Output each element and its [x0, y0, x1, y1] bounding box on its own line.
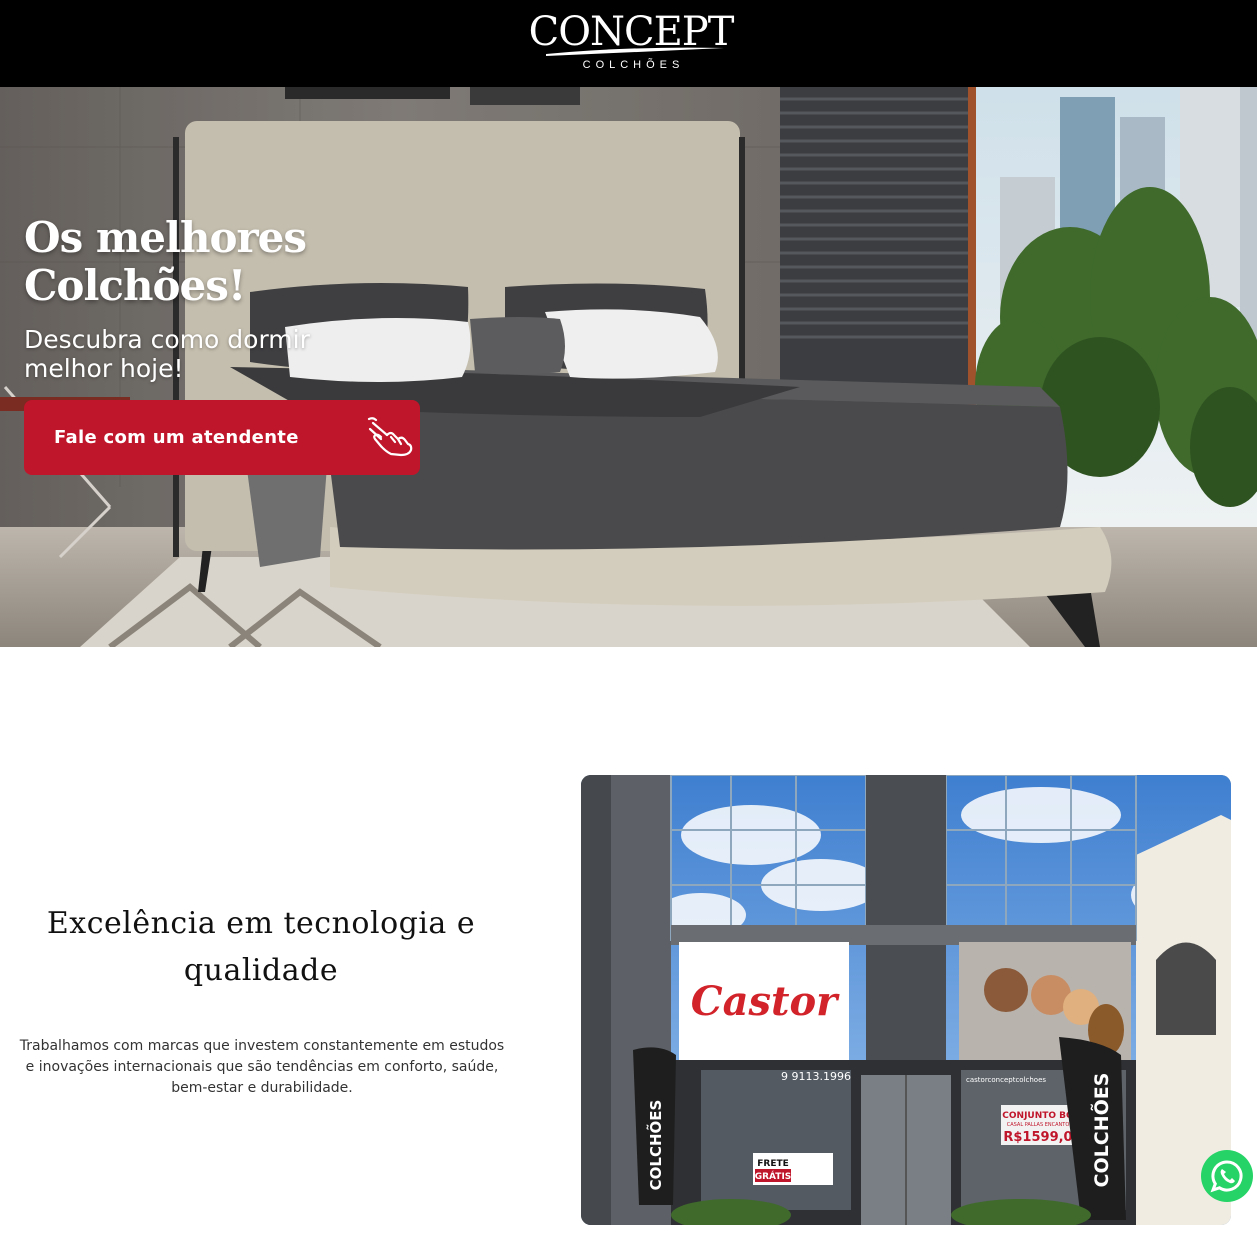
talk-to-agent-button[interactable]: Fale com um atendente [24, 400, 420, 475]
section-description: Trabalhamos com marcas que investem cons… [19, 1038, 505, 1096]
store-social: castorconceptcolchoes [966, 1076, 1046, 1084]
cta-label: Fale com um atendente [54, 427, 299, 448]
logo-swoosh-icon [546, 47, 724, 56]
castor-sign: Castor [691, 978, 840, 1025]
hero-subtitle: Descubra como dormir melhor hoje! [24, 325, 310, 383]
hero-banner: Os melhores Colchões! Descubra como dorm… [0, 87, 1257, 647]
promo-title: CONJUNTO BO [1002, 1111, 1074, 1121]
store-front-image: Castor 9 9113.1996 castorconceptcolchoes… [581, 775, 1231, 1225]
section-title: Excelência em tecnologia e qualidade [46, 906, 476, 988]
store-phone: 9 9113.1996 [781, 1070, 851, 1083]
brand-logo[interactable]: CONCEPT COLCHÕES [528, 10, 735, 76]
frete-label: FRETE [757, 1159, 789, 1169]
hero-title: Os melhores Colchões! [24, 213, 307, 310]
flag-left-text: COLCHÕES [646, 1100, 665, 1191]
logo-subtitle: COLCHÕES [582, 59, 685, 71]
promo-sub: CASAL PALLAS ENCANTO [1007, 1122, 1070, 1128]
hand-pointer-icon [367, 417, 413, 457]
promo-price: R$1599,0 [1003, 1130, 1072, 1145]
gratis-label: GRÁTIS [755, 1170, 792, 1182]
whatsapp-button[interactable] [1201, 1150, 1253, 1202]
flag-right-text: COLCHÕES [1089, 1073, 1113, 1188]
site-header: CONCEPT COLCHÕES [0, 0, 1257, 87]
whatsapp-icon [1210, 1160, 1243, 1193]
